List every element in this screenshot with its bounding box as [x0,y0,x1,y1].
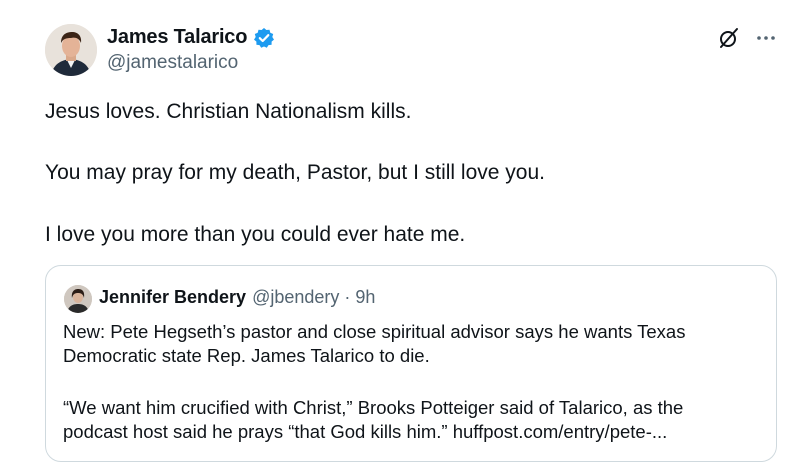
tweet-text-line: I love you more than you could ever hate… [45,223,466,246]
author-name[interactable]: James Talarico [107,26,247,49]
quoted-text-line: podcast host said he prays “that God kil… [63,421,668,442]
author-handle[interactable]: @jamestalarico [107,52,238,74]
quoted-text-line: Democratic state Rep. James Talarico to … [63,345,430,366]
author-name-row: James Talarico [107,26,275,49]
profile-photo-icon [64,285,92,313]
quoted-tweet[interactable]: Jennifer Bendery @jbendery · 9h New: Pet… [45,265,777,462]
quoted-text-line: “We want him crucified with Christ,” Bro… [63,397,684,418]
grok-icon[interactable] [717,26,741,50]
more-icon[interactable] [754,26,778,50]
tweet-text-line: You may pray for my death, Pastor, but I… [45,161,545,184]
separator-dot: · [344,287,351,307]
quoted-author-avatar [64,285,92,313]
quoted-header: Jennifer Bendery @jbendery · 9h [99,287,375,308]
tweet-text-line: Jesus loves. Christian Nationalism kills… [45,100,412,123]
quoted-author-handle[interactable]: @jbendery [252,287,339,308]
quoted-timestamp[interactable]: 9h [355,287,375,308]
quoted-author-name[interactable]: Jennifer Bendery [99,287,246,308]
verified-badge-icon [253,27,275,49]
profile-photo-icon [45,24,97,76]
quoted-text-line: New: Pete Hegseth’s pastor and close spi… [63,321,686,342]
author-avatar[interactable] [45,24,97,76]
tweet-card: James Talarico @jamestalarico Jesus love… [0,0,806,471]
